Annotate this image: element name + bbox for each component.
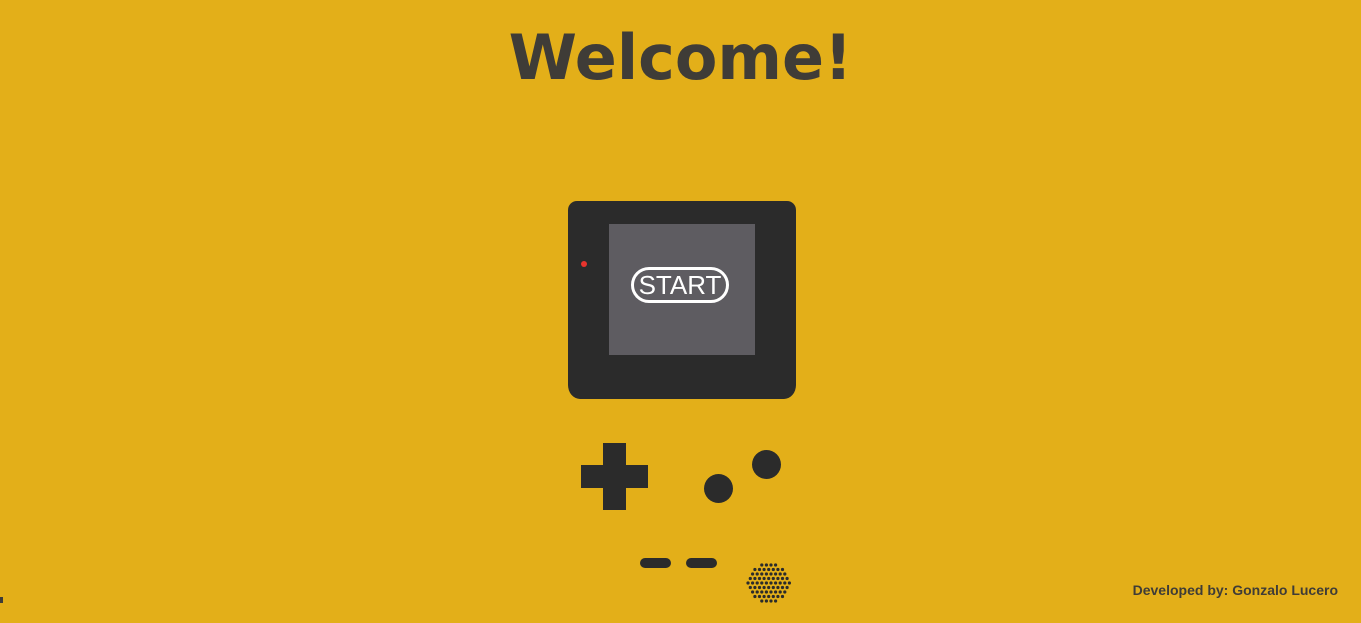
speaker-dot: [769, 572, 773, 576]
speaker-dot: [771, 585, 775, 590]
speaker-dot: [771, 576, 775, 581]
speaker-dot: [774, 572, 778, 576]
speaker-dot: [778, 590, 782, 594]
speaker-dot: [769, 590, 773, 594]
speaker-dot: [774, 581, 778, 585]
select-button-icon: [640, 558, 671, 568]
speaker-dot: [767, 585, 771, 590]
speaker-dot: [785, 576, 789, 581]
screen-bezel: START: [568, 201, 796, 399]
speaker-dot: [748, 576, 752, 581]
dpad-horizontal: [581, 465, 648, 488]
speaker-dot: [771, 567, 775, 572]
speaker-dot: [767, 576, 771, 581]
speaker-dot: [762, 585, 766, 590]
game-screen: START: [609, 224, 755, 355]
speaker-dot: [764, 563, 768, 567]
speaker-dot: [783, 572, 787, 576]
speaker-dot: [760, 590, 764, 594]
speaker-dot: [753, 567, 757, 572]
speaker-dot: [785, 585, 789, 590]
speaker-dot: [783, 590, 787, 594]
speaker-dot: [755, 581, 759, 585]
speaker-dot: [751, 590, 755, 594]
speaker-dot: [769, 599, 773, 603]
gameboy-console: START: [568, 201, 796, 399]
speaker-dot: [764, 599, 768, 603]
speaker-dot: [780, 576, 785, 581]
start-button[interactable]: START: [631, 267, 729, 303]
speaker-dot: [787, 581, 791, 585]
page-title: Welcome!: [508, 21, 853, 94]
speaker-dot: [774, 563, 778, 567]
speaker-dot: [780, 585, 785, 590]
speaker-dot: [764, 590, 768, 594]
speaker-dot: [778, 572, 782, 576]
speaker-dot: [769, 581, 773, 585]
speaker-dot: [774, 599, 778, 603]
speaker-dot: [760, 599, 764, 603]
speaker-dot: [757, 576, 762, 581]
speaker-dot: [753, 576, 757, 581]
speaker-dot: [762, 567, 766, 572]
speaker-dot: [757, 567, 762, 572]
speaker-dot: [774, 590, 778, 594]
speaker-dot: [746, 581, 750, 585]
speaker-dot: [753, 585, 757, 590]
speaker-dot: [769, 563, 773, 567]
speaker-dot: [751, 572, 755, 576]
speaker-grille-icon: [746, 563, 791, 603]
speaker-dot: [764, 572, 768, 576]
speaker-dot: [764, 581, 768, 585]
speaker-dot: [760, 563, 764, 567]
speaker-dot: [767, 567, 771, 572]
dpad-icon: [581, 443, 648, 510]
speaker-dot: [757, 594, 762, 599]
speaker-dot: [760, 572, 764, 576]
speaker-dot: [776, 567, 780, 572]
speaker-dot: [776, 576, 780, 581]
speaker-dot: [755, 590, 759, 594]
speaker-dot: [748, 585, 752, 590]
speaker-dot: [760, 581, 764, 585]
page: Welcome! START Developed by: Gonzalo Luc…: [0, 0, 1361, 623]
speaker-dot: [780, 594, 785, 599]
speaker-dot: [753, 594, 757, 599]
b-button-icon: [704, 474, 733, 503]
speaker-dot: [751, 581, 755, 585]
speaker-dot: [762, 594, 766, 599]
a-button-icon: [752, 450, 781, 479]
developer-credit: Developed by: Gonzalo Lucero: [1132, 582, 1338, 598]
start-pill-icon: [686, 558, 717, 568]
speaker-dot: [771, 594, 775, 599]
corner-mark: [0, 597, 3, 603]
speaker-dot: [780, 567, 785, 572]
speaker-dot: [778, 581, 782, 585]
speaker-dot: [762, 576, 766, 581]
speaker-dot: [776, 585, 780, 590]
power-led-icon: [581, 261, 587, 267]
speaker-dot: [757, 585, 762, 590]
speaker-dot: [767, 594, 771, 599]
speaker-dot: [776, 594, 780, 599]
speaker-dot: [783, 581, 787, 585]
speaker-dot: [755, 572, 759, 576]
